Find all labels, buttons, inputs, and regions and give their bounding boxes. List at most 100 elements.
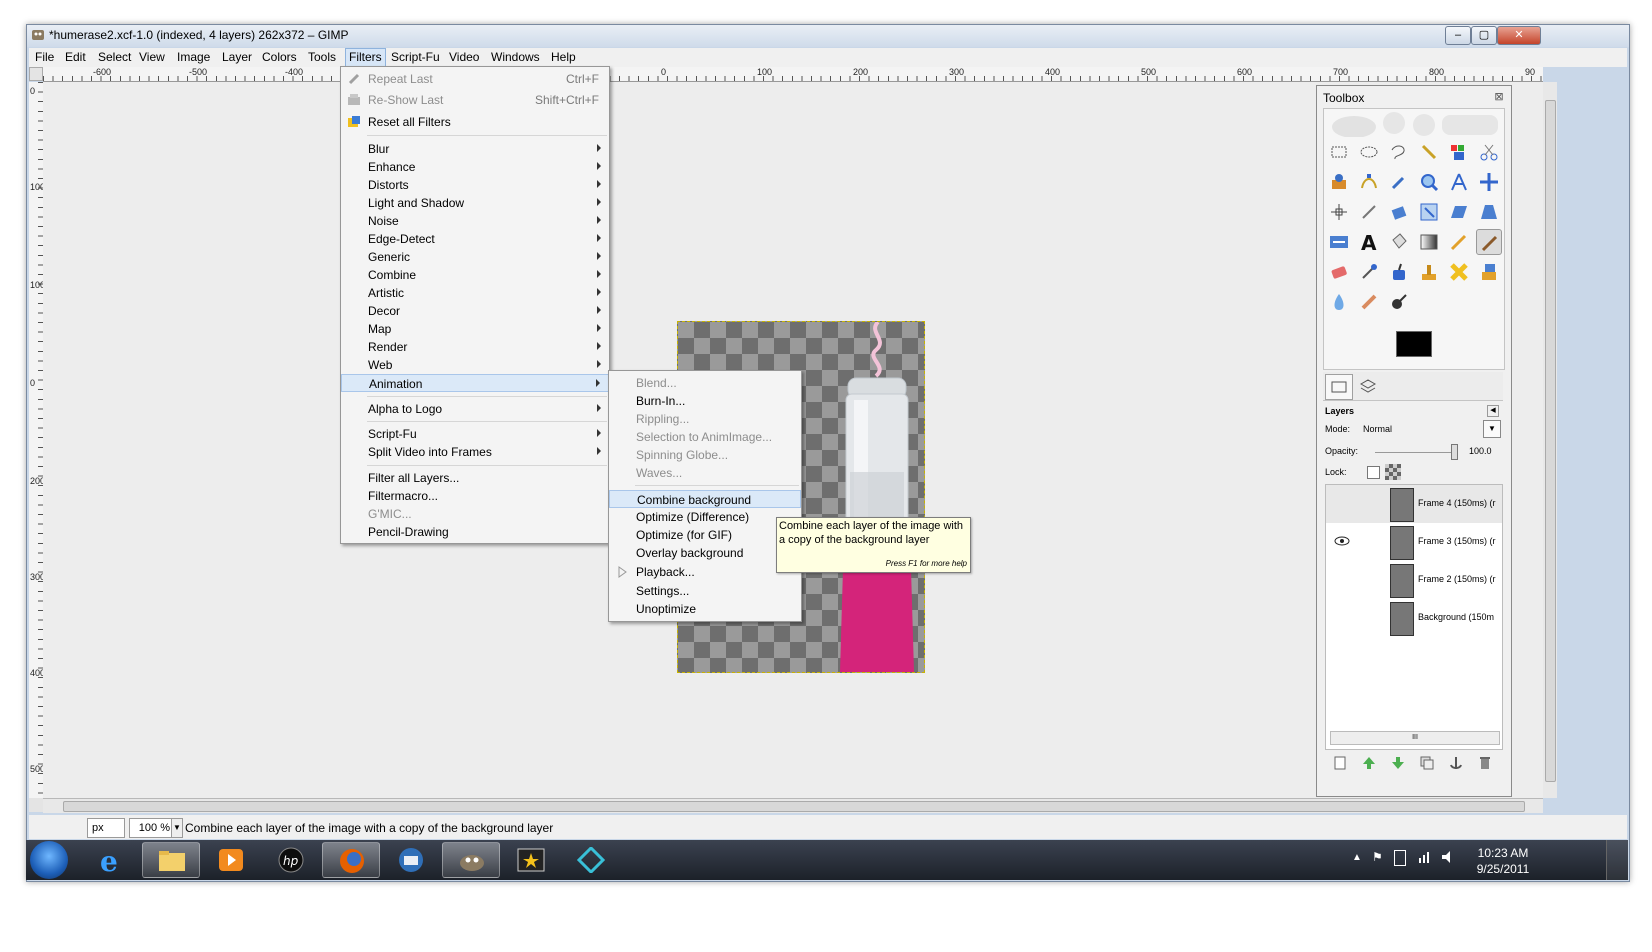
title-bar[interactable]: *humerase2.xcf-1.0 (indexed, 4 layers) 2…	[27, 25, 1629, 47]
zoom-select[interactable]: 100 %	[129, 818, 175, 838]
menu-item-web[interactable]: Web	[341, 356, 609, 374]
menu-item-blur[interactable]: Blur	[341, 140, 609, 158]
menu-layer[interactable]: Layer	[222, 50, 252, 64]
ellipse-select-icon[interactable]	[1356, 139, 1382, 165]
layer-row[interactable]: Frame 3 (150ms) (r	[1326, 523, 1502, 561]
new-layer-icon[interactable]	[1333, 756, 1347, 770]
menu-item-playback[interactable]: Playback...	[609, 563, 801, 581]
horizontal-ruler[interactable]: -600 -500 -400 0 100 200 300 400 500 600…	[43, 67, 1543, 82]
menu-item-light-and-shadow[interactable]: Light and Shadow	[341, 194, 609, 212]
menu-item-repeat-last[interactable]: Repeat Last Ctrl+F	[341, 70, 609, 88]
free-select-icon[interactable]	[1386, 139, 1412, 165]
layer-row[interactable]: Frame 4 (150ms) (r	[1326, 485, 1502, 523]
menu-item-distorts[interactable]: Distorts	[341, 176, 609, 194]
eraser-icon[interactable]	[1326, 259, 1352, 285]
paths-icon[interactable]	[1356, 169, 1382, 195]
menu-item-map[interactable]: Map	[341, 320, 609, 338]
menu-image[interactable]: Image	[177, 50, 210, 64]
mode-dropdown-button[interactable]: ▼	[1483, 420, 1501, 438]
opacity-value[interactable]: 100.0	[1469, 446, 1492, 456]
lock-alpha-icon[interactable]	[1385, 464, 1401, 480]
menu-item-burn-in[interactable]: Burn-In...	[609, 392, 801, 410]
menu-item-animation[interactable]: Animation	[341, 374, 609, 392]
horizontal-scrollbar[interactable]	[43, 798, 1543, 813]
color-picker-icon[interactable]	[1386, 169, 1412, 195]
rect-select-icon[interactable]	[1326, 139, 1352, 165]
foreground-select-icon[interactable]	[1326, 169, 1352, 195]
menu-filters[interactable]: Filters	[345, 48, 386, 67]
layers-tab[interactable]	[1355, 374, 1381, 398]
quick-mask-corner[interactable]	[29, 67, 43, 81]
menu-item-enhance[interactable]: Enhance	[341, 158, 609, 176]
shear-icon[interactable]	[1446, 199, 1472, 225]
menu-file[interactable]: File	[35, 50, 54, 64]
dodge-burn-icon[interactable]	[1386, 289, 1412, 315]
clock-date[interactable]: 9/25/2011	[1468, 862, 1538, 876]
blur-sharpen-icon[interactable]	[1326, 289, 1352, 315]
navigate-corner[interactable]	[29, 798, 43, 812]
vertical-scrollbar[interactable]	[1543, 82, 1557, 798]
menu-video[interactable]: Video	[449, 50, 479, 64]
menu-item-rippling[interactable]: Rippling...	[609, 410, 801, 428]
scissors-select-icon[interactable]	[1476, 139, 1502, 165]
hp-icon[interactable]: hp	[262, 842, 320, 878]
eye-icon[interactable]	[1334, 535, 1350, 547]
menu-item-generic[interactable]: Generic	[341, 248, 609, 266]
panel-menu-button[interactable]: ◀	[1487, 405, 1499, 417]
menu-tools[interactable]: Tools	[308, 50, 336, 64]
scale-icon[interactable]	[1416, 199, 1442, 225]
tool-options-tab[interactable]	[1325, 374, 1353, 400]
menu-item-optimize-difference[interactable]: Optimize (Difference)	[609, 508, 801, 526]
layers-hscrollbar[interactable]: III	[1330, 731, 1500, 745]
gimp-app-icon[interactable]	[31, 28, 45, 42]
menu-item-spinning-globe[interactable]: Spinning Globe...	[609, 446, 801, 464]
select-by-color-icon[interactable]	[1446, 139, 1472, 165]
volume-icon[interactable]	[1440, 849, 1456, 868]
anchor-layer-icon[interactable]	[1449, 756, 1463, 770]
menu-item-noise[interactable]: Noise	[341, 212, 609, 230]
gimp-taskbar-icon[interactable]	[442, 842, 500, 878]
unit-select[interactable]: px	[87, 818, 125, 838]
menu-item-alpha-to-logo[interactable]: Alpha to Logo	[341, 400, 609, 418]
menu-item-overlay-background[interactable]: Overlay background	[609, 544, 801, 562]
toolbox-close-button[interactable]: ⊠	[1493, 91, 1505, 103]
menu-select[interactable]: Select	[98, 50, 131, 64]
menu-item-edge-detect[interactable]: Edge-Detect	[341, 230, 609, 248]
menu-item-reset-all-filters[interactable]: Reset all Filters	[341, 113, 609, 131]
blend-icon[interactable]	[1416, 229, 1442, 255]
layer-row[interactable]: Frame 2 (150ms) (r	[1326, 561, 1502, 599]
fuzzy-select-icon[interactable]	[1416, 139, 1442, 165]
duplicate-layer-icon[interactable]	[1420, 756, 1434, 770]
menu-item-render[interactable]: Render	[341, 338, 609, 356]
menu-item-filter-all-layers[interactable]: Filter all Layers...	[341, 469, 609, 487]
firefox-icon[interactable]	[322, 842, 380, 878]
menu-item-script-fu[interactable]: Script-Fu	[341, 425, 609, 443]
menu-item-artistic[interactable]: Artistic	[341, 284, 609, 302]
start-button[interactable]	[30, 841, 68, 879]
layer-row[interactable]: Background (150m	[1326, 599, 1502, 637]
perspective-clone-icon[interactable]	[1476, 259, 1502, 285]
menu-item-combine[interactable]: Combine	[341, 266, 609, 284]
menu-help[interactable]: Help	[551, 50, 576, 64]
smudge-icon[interactable]	[1356, 289, 1382, 315]
menu-item-decor[interactable]: Decor	[341, 302, 609, 320]
internet-explorer-icon[interactable]: e	[82, 842, 140, 878]
raise-layer-icon[interactable]	[1362, 756, 1376, 770]
menu-item-split-video[interactable]: Split Video into Frames	[341, 443, 609, 461]
scrollbar-thumb[interactable]	[1545, 100, 1556, 782]
text-icon[interactable]: A	[1356, 229, 1382, 255]
move-icon[interactable]	[1476, 169, 1502, 195]
perspective-icon[interactable]	[1476, 199, 1502, 225]
clock-time[interactable]: 10:23 AM	[1468, 846, 1538, 860]
rotate-icon[interactable]	[1386, 199, 1412, 225]
movie-maker-icon[interactable]	[502, 842, 560, 878]
heal-icon[interactable]	[1446, 259, 1472, 285]
menu-item-blend[interactable]: Blend...	[609, 374, 801, 392]
network-signal-icon[interactable]	[1418, 848, 1432, 867]
clone-icon[interactable]	[1416, 259, 1442, 285]
airbrush-icon[interactable]	[1356, 259, 1382, 285]
menu-colors[interactable]: Colors	[262, 50, 297, 64]
opacity-slider-track[interactable]	[1375, 452, 1455, 453]
scrollbar-thumb[interactable]	[63, 801, 1525, 812]
menu-item-waves[interactable]: Waves...	[609, 464, 801, 482]
